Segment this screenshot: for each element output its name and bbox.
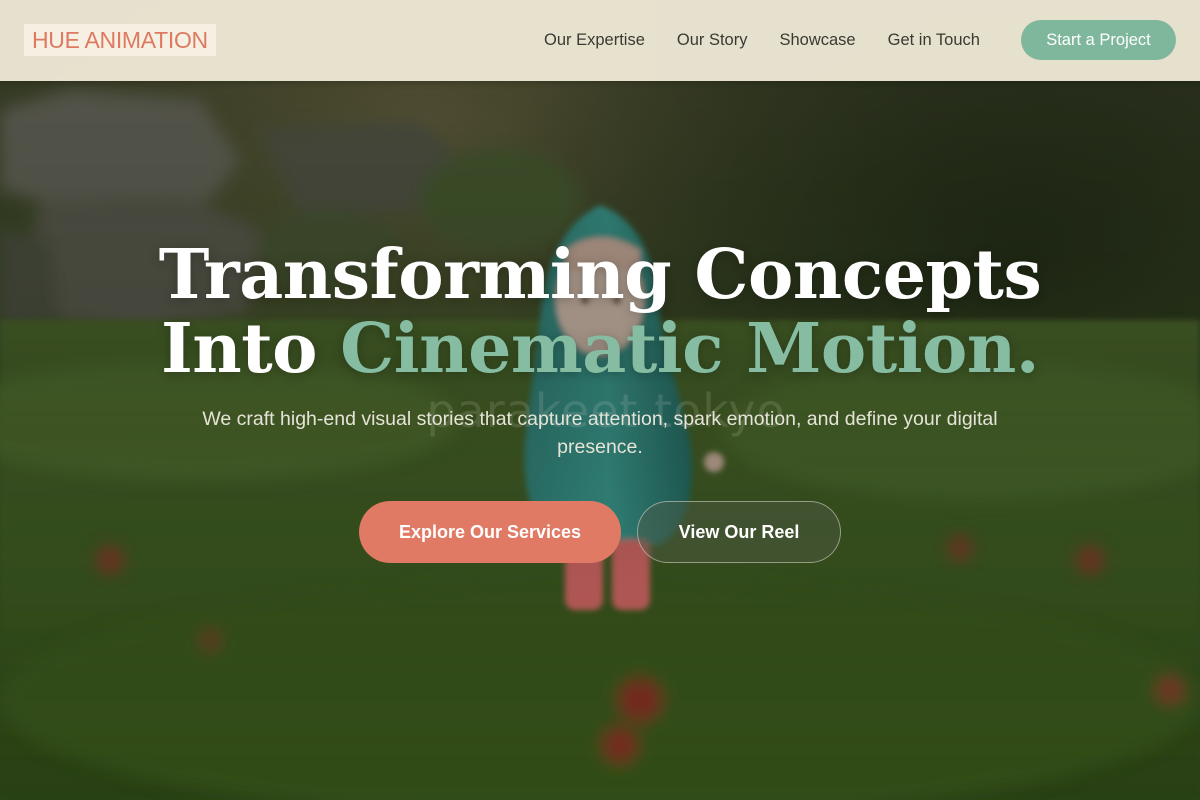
nav-link-our-expertise[interactable]: Our Expertise [544,31,645,50]
nav-link-showcase[interactable]: Showcase [779,31,855,50]
nav-link-our-story[interactable]: Our Story [677,31,748,50]
hero-background-image: parakeet tokyo [0,0,1200,800]
brand-logo[interactable]: HUE ANIMATION [24,24,216,56]
view-reel-button[interactable]: View Our Reel [637,501,841,563]
explore-services-button[interactable]: Explore Our Services [359,501,621,563]
hero-subtitle: We craft high-end visual stories that ca… [202,408,998,458]
start-project-button[interactable]: Start a Project [1021,20,1176,60]
main-nav: Our Expertise Our Story Showcase Get in … [544,0,1012,81]
hero-title-line2-plain: Into [160,309,341,389]
nav-link-get-in-touch[interactable]: Get in Touch [888,31,980,50]
site-header: HUE ANIMATION Our Expertise Our Story Sh… [0,0,1200,81]
hero-title-accent: Cinematic Motion. [340,309,1039,389]
hero-title-line1: Transforming Concepts [158,235,1042,315]
hero-title: Transforming Concepts Into Cinematic Mot… [100,238,1100,386]
